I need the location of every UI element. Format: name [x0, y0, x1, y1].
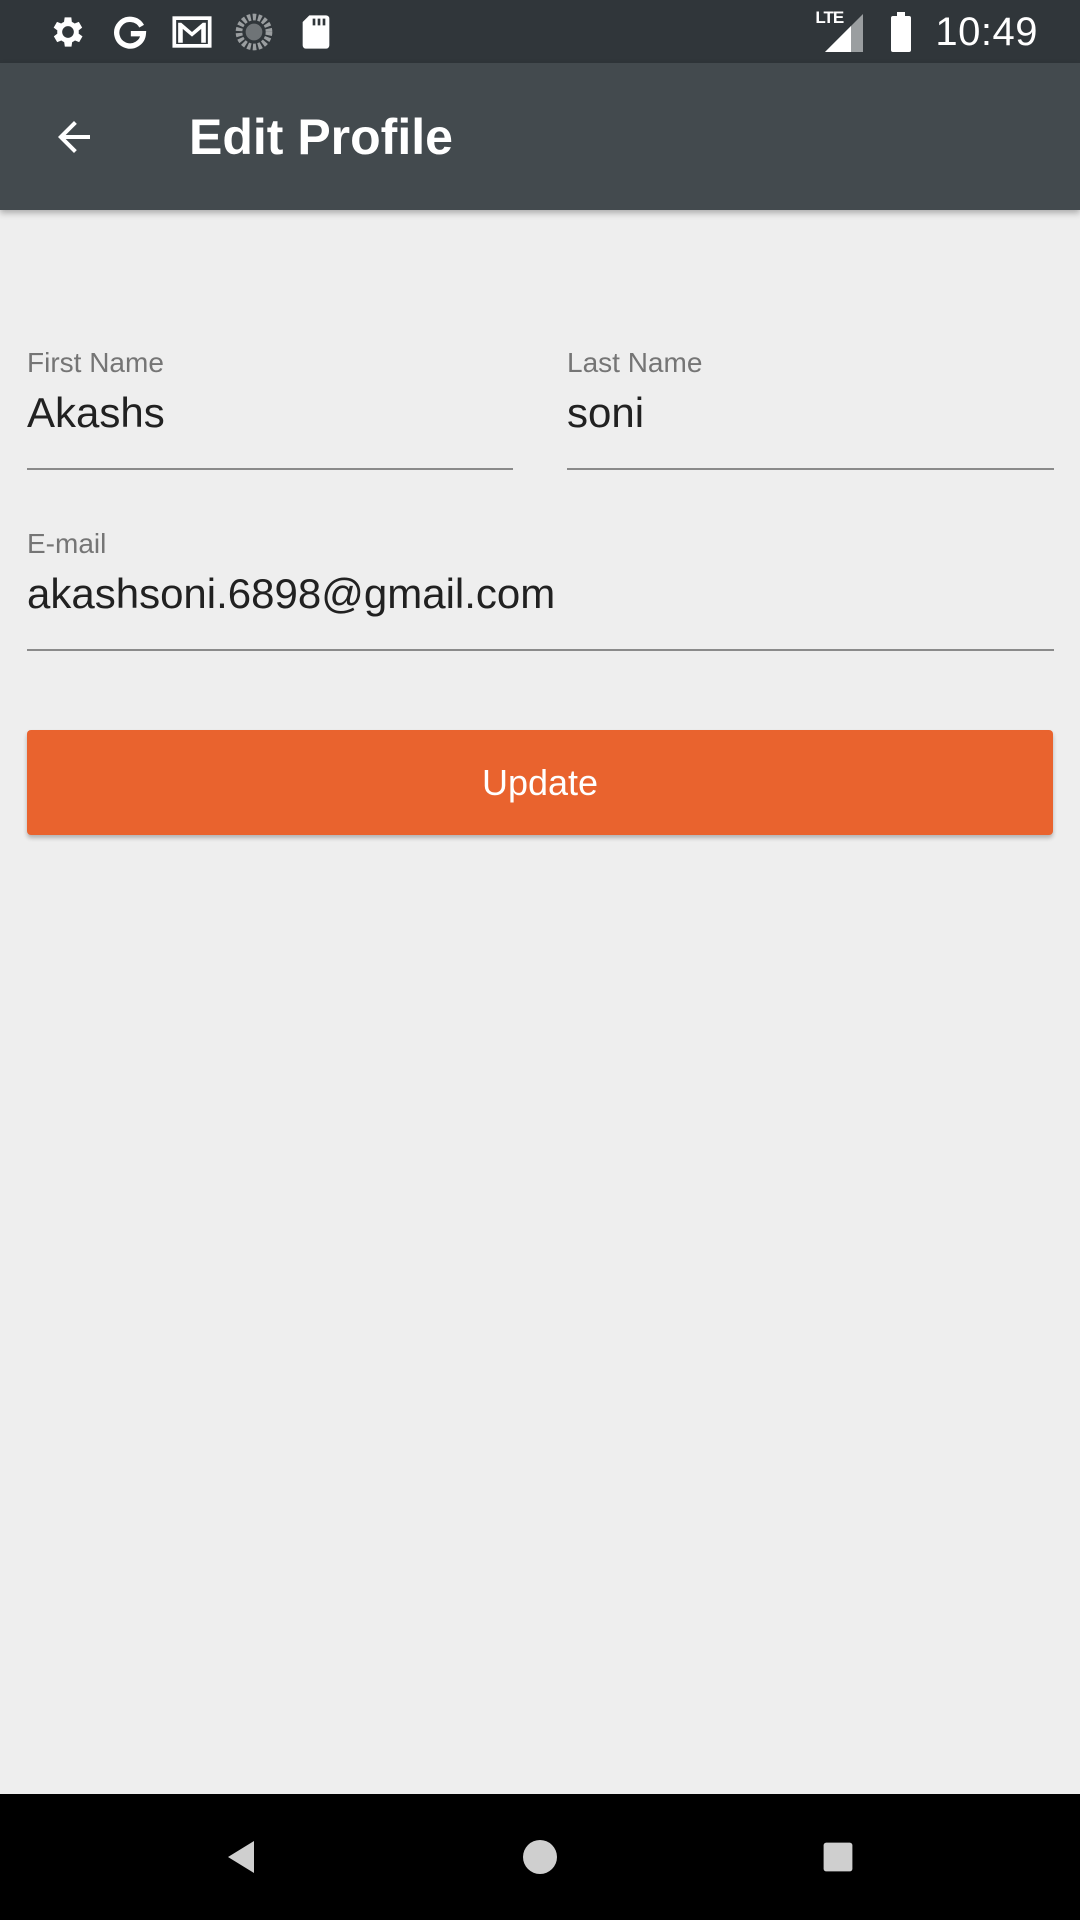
sd-card-icon: [296, 12, 336, 52]
system-status: LTE 10:49: [815, 8, 1038, 56]
nav-back-icon: [228, 1841, 254, 1873]
gear-icon: [48, 12, 88, 52]
page-title: Edit Profile: [189, 109, 453, 165]
nav-back-button[interactable]: [207, 1822, 277, 1892]
google-icon: [110, 12, 150, 52]
update-button[interactable]: Update: [27, 730, 1053, 835]
gmail-icon: [172, 12, 212, 52]
first-name-underline: [27, 468, 513, 470]
first-name-field[interactable]: First Name Akashs: [27, 346, 513, 470]
first-name-label: First Name: [27, 347, 164, 378]
email-input[interactable]: akashsoni.6898@gmail.com: [27, 567, 1054, 621]
battery-icon: [889, 12, 913, 52]
last-name-input[interactable]: soni: [567, 386, 1054, 440]
last-name-field[interactable]: Last Name soni: [567, 346, 1054, 470]
status-bar: LTE 10:49: [0, 0, 1080, 63]
notification-icons: [48, 10, 336, 54]
nav-recents-button[interactable]: [803, 1822, 873, 1892]
last-name-underline: [567, 468, 1054, 470]
edit-profile-form: First Name Akashs Last Name soni E-mail …: [0, 210, 1080, 1794]
email-field[interactable]: E-mail akashsoni.6898@gmail.com: [27, 527, 1054, 651]
last-name-label: Last Name: [567, 347, 703, 378]
nav-recents-icon: [823, 1842, 853, 1872]
lte-signal-icon: LTE: [815, 8, 867, 54]
nav-home-button[interactable]: [505, 1822, 575, 1892]
clock: 10:49: [935, 9, 1038, 54]
back-button[interactable]: [36, 99, 112, 175]
email-label: E-mail: [27, 528, 107, 559]
sync-spinner-icon: [234, 12, 274, 52]
nav-home-icon: [523, 1840, 557, 1874]
first-name-input[interactable]: Akashs: [27, 386, 513, 440]
navigation-bar: [0, 1794, 1080, 1920]
email-underline: [27, 649, 1054, 651]
app-bar: Edit Profile: [0, 63, 1080, 210]
arrow-back-icon: [58, 121, 90, 153]
